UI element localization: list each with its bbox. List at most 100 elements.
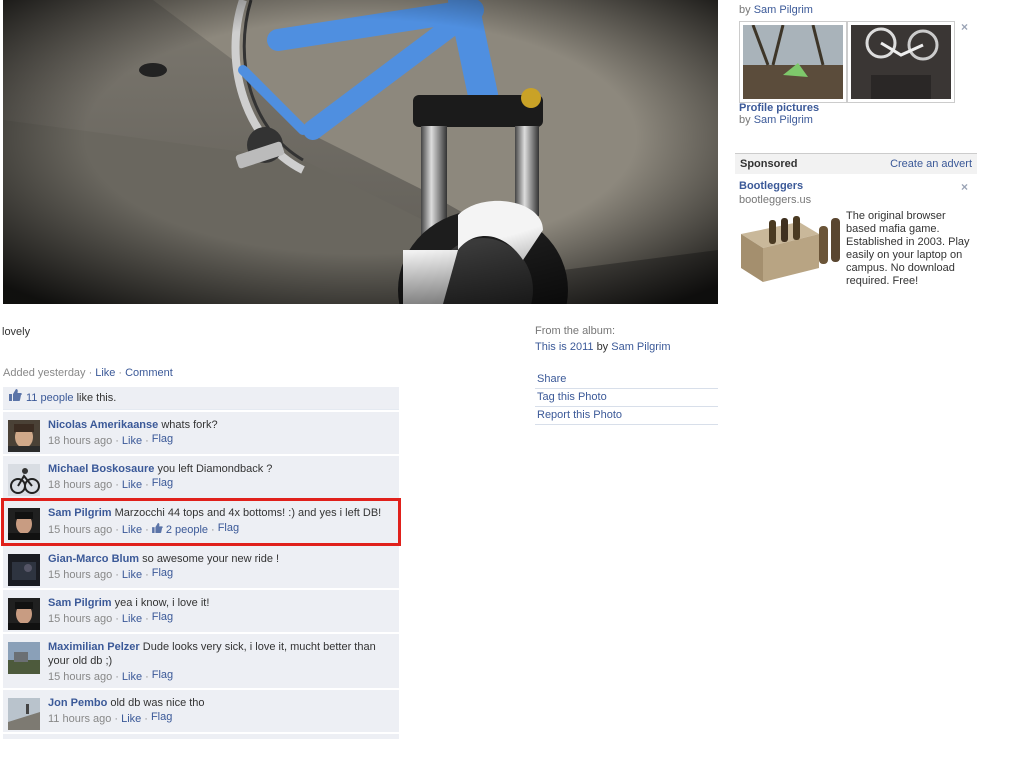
comment-flag-link[interactable]: Flag bbox=[152, 433, 173, 445]
share-link[interactable]: Share bbox=[535, 371, 718, 389]
close-icon[interactable]: × bbox=[961, 20, 968, 34]
comment-item: Maximilian Pelzer Dude looks very sick, … bbox=[3, 634, 399, 688]
comment-text: you left Diamondback ? bbox=[157, 463, 273, 475]
comment-author[interactable]: Maximilian Pelzer bbox=[48, 641, 140, 653]
top-owner-link[interactable]: Sam Pilgrim bbox=[754, 4, 813, 16]
separator: · bbox=[115, 613, 119, 625]
comment-item: Michael Boskosaure you left Diamondback … bbox=[3, 456, 399, 498]
right-sidebar: by Sam Pilgrim × Profile pictures by Sam… bbox=[735, 0, 978, 287]
likes-suffix: like this. bbox=[73, 392, 117, 404]
comment-like-link[interactable]: Like bbox=[122, 435, 142, 447]
comment-like-link[interactable]: Like bbox=[122, 613, 142, 625]
separator: · bbox=[145, 524, 149, 536]
separator: · bbox=[211, 524, 215, 536]
comment-photo-link[interactable]: Comment bbox=[125, 367, 173, 379]
comment-like-link[interactable]: Like bbox=[122, 569, 142, 581]
album-owner-link[interactable]: Sam Pilgrim bbox=[611, 341, 670, 353]
comment-flag-link[interactable]: Flag bbox=[152, 611, 173, 623]
comment-time: 18 hours ago bbox=[48, 479, 113, 491]
profile-pictures-link[interactable]: Profile pictures bbox=[739, 102, 819, 114]
report-photo-link[interactable]: Report this Photo bbox=[535, 407, 718, 425]
ad-body: The original browser based mafia game. E… bbox=[846, 210, 970, 287]
comment-likes-people-link[interactable]: 2 people bbox=[166, 524, 208, 536]
avatar[interactable] bbox=[8, 554, 40, 586]
comment-like-link[interactable]: Like bbox=[121, 713, 141, 725]
comment-time: 15 hours ago bbox=[48, 671, 113, 683]
separator: · bbox=[114, 713, 119, 725]
comment-item: Sam Pilgrim yea i know, i love it! 15 ho… bbox=[3, 590, 399, 632]
comment-like-link[interactable]: Like bbox=[122, 524, 142, 536]
comment-flag-link[interactable]: Flag bbox=[151, 711, 172, 723]
comment-like-link[interactable]: Like bbox=[122, 671, 142, 683]
comment-text: Marzocchi 44 tops and 4x bottoms! :) and… bbox=[114, 507, 382, 519]
tag-photo-link[interactable]: Tag this Photo bbox=[535, 389, 718, 407]
comment-text: old db was nice tho bbox=[110, 697, 205, 709]
separator: · bbox=[144, 713, 148, 725]
comment-item: Jon Pembo old db was nice tho 11 hours a… bbox=[3, 690, 399, 732]
sponsored-header: Sponsored Create an advert bbox=[735, 153, 977, 174]
profile-owner-link[interactable]: Sam Pilgrim bbox=[754, 114, 813, 126]
avatar[interactable] bbox=[8, 420, 40, 452]
separator: · bbox=[115, 435, 119, 447]
comment-time: 15 hours ago bbox=[48, 524, 113, 536]
album-title-line: This is 2011 by Sam Pilgrim bbox=[535, 341, 718, 353]
comment-flag-link[interactable]: Flag bbox=[218, 522, 239, 534]
profile-thumb-1[interactable] bbox=[739, 21, 847, 103]
thumbs-up-icon bbox=[9, 387, 22, 409]
close-icon[interactable]: × bbox=[961, 180, 968, 194]
top-by: by bbox=[739, 4, 751, 16]
separator: · bbox=[115, 524, 119, 536]
album-info: From the album: This is 2011 by Sam Pilg… bbox=[535, 325, 718, 425]
comment-item-highlighted: Sam Pilgrim Marzocchi 44 tops and 4x bot… bbox=[1, 498, 401, 546]
avatar[interactable] bbox=[8, 598, 40, 630]
avatar[interactable] bbox=[8, 464, 40, 496]
photo-actions: Share Tag this Photo Report this Photo bbox=[535, 371, 718, 425]
comment-text: whats fork? bbox=[161, 419, 218, 431]
main-photo[interactable] bbox=[3, 0, 718, 304]
likes-count-link[interactable]: 11 people bbox=[26, 392, 74, 404]
profile-by: by bbox=[739, 114, 751, 126]
comment-author[interactable]: Sam Pilgrim bbox=[48, 597, 112, 609]
top-by-line: by Sam Pilgrim bbox=[739, 4, 813, 16]
avatar[interactable] bbox=[8, 642, 40, 674]
tag-photo-label[interactable]: Tag this Photo bbox=[537, 391, 607, 403]
comment-time: 15 hours ago bbox=[48, 569, 113, 581]
comment-time: 15 hours ago bbox=[48, 613, 113, 625]
comment-author[interactable]: Nicolas Amerikaanse bbox=[48, 419, 158, 431]
comment-time: 11 hours ago bbox=[48, 713, 112, 725]
ad-block: Bootleggers bootleggers.us × The origina… bbox=[735, 180, 978, 290]
comment-flag-link[interactable]: Flag bbox=[152, 567, 173, 579]
report-photo-label[interactable]: Report this Photo bbox=[537, 409, 622, 421]
profile-thumb-2[interactable] bbox=[847, 21, 955, 103]
album-name-link[interactable]: This is 2011 bbox=[535, 341, 594, 353]
separator: · bbox=[145, 435, 149, 447]
comments-section: 11 people like this. Nicolas Amerikaanse… bbox=[1, 387, 401, 739]
avatar[interactable] bbox=[8, 698, 40, 730]
comment-like-link[interactable]: Like bbox=[122, 479, 142, 491]
separator: · bbox=[115, 671, 119, 683]
ad-title-link[interactable]: Bootleggers bbox=[739, 180, 803, 192]
like-photo-link[interactable]: Like bbox=[95, 367, 115, 379]
comment-author[interactable]: Michael Boskosaure bbox=[48, 463, 154, 475]
album-by: by bbox=[596, 341, 609, 353]
comment-flag-link[interactable]: Flag bbox=[152, 669, 173, 681]
comment-author[interactable]: Gian-Marco Blum bbox=[48, 553, 139, 565]
comment-item: Gian-Marco Blum so awesome your new ride… bbox=[3, 546, 399, 588]
photo-caption: lovely bbox=[2, 326, 31, 338]
profile-pictures-block: Profile pictures by Sam Pilgrim bbox=[739, 102, 819, 126]
separator: · bbox=[145, 613, 149, 625]
profile-thumbs bbox=[739, 21, 974, 103]
comment-item: Nicolas Amerikaanse whats fork? 18 hours… bbox=[3, 412, 399, 454]
ad-image[interactable] bbox=[739, 212, 841, 284]
comment-flag-link[interactable]: Flag bbox=[152, 477, 173, 489]
share-label[interactable]: Share bbox=[537, 373, 566, 385]
separator: · bbox=[145, 479, 149, 491]
comment-text: yea i know, i love it! bbox=[114, 597, 210, 609]
separator: · bbox=[145, 671, 149, 683]
separator: · bbox=[115, 569, 119, 581]
comment-author[interactable]: Sam Pilgrim bbox=[48, 507, 112, 519]
separator: · bbox=[118, 367, 123, 379]
comment-author[interactable]: Jon Pembo bbox=[48, 697, 107, 709]
avatar[interactable] bbox=[8, 508, 40, 540]
create-advert-link[interactable]: Create an advert bbox=[890, 154, 972, 174]
